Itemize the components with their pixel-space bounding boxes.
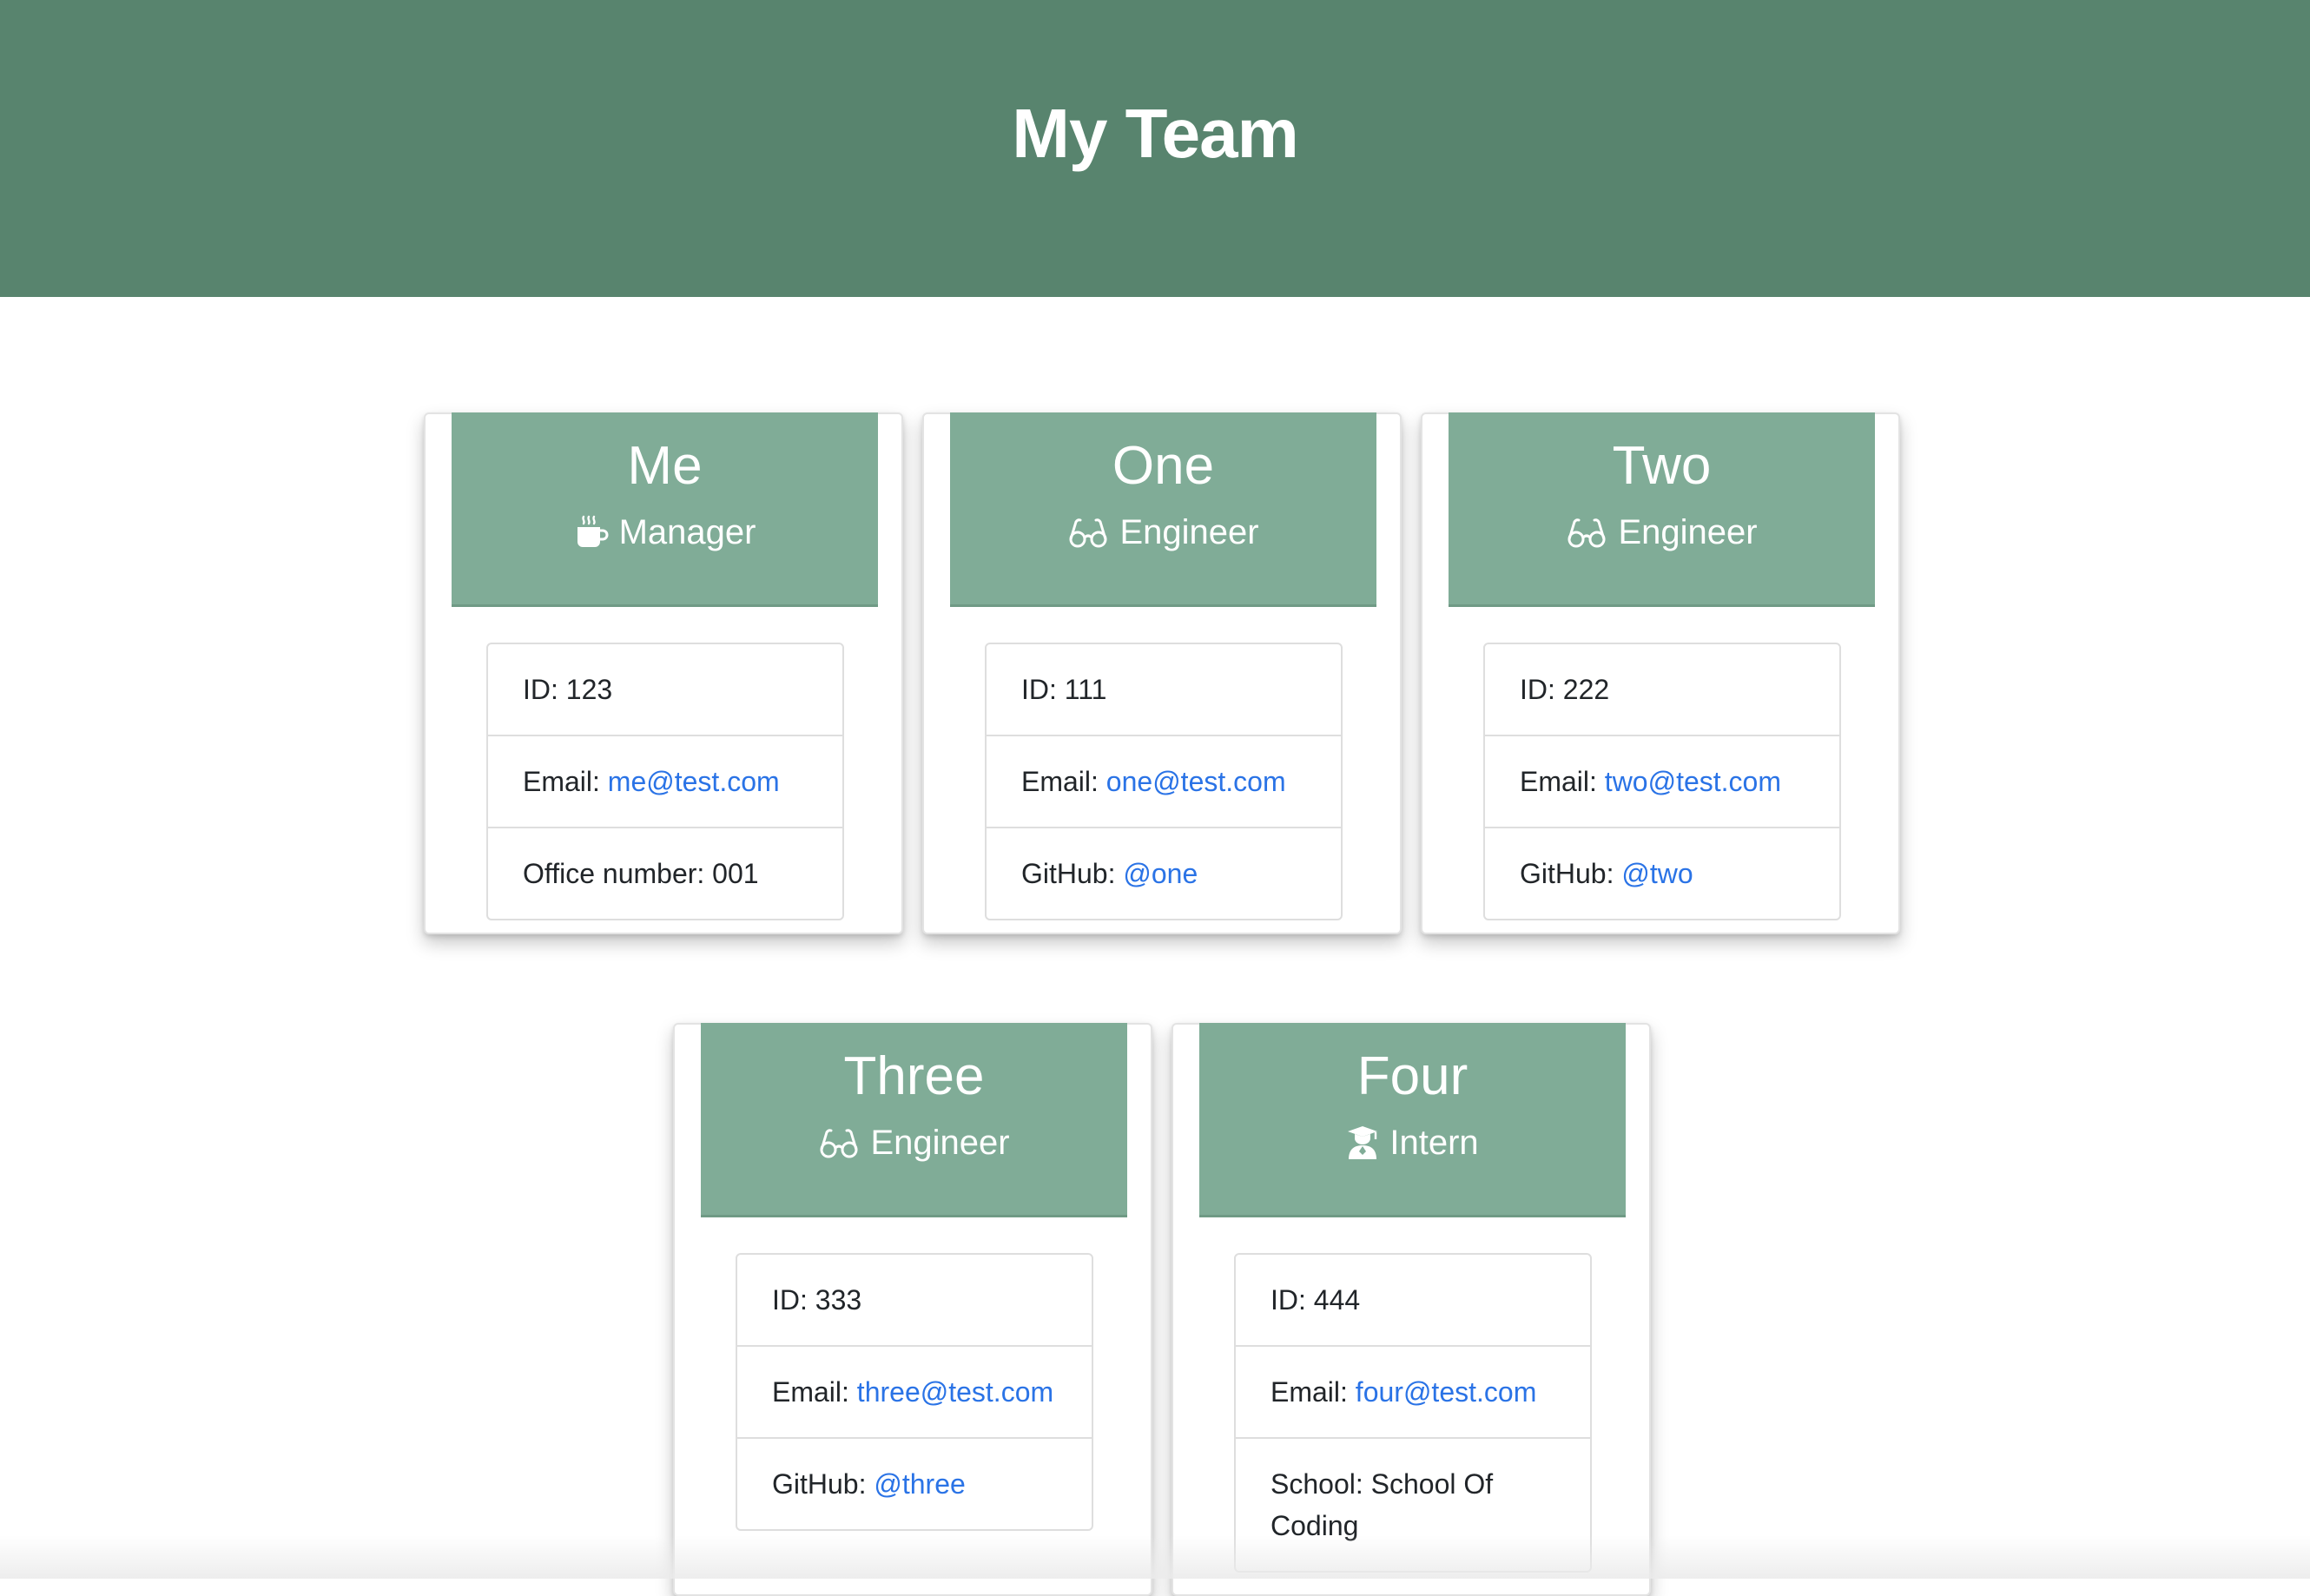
office-number: Office number: 001 xyxy=(488,827,842,919)
employee-email-row: Email: me@test.com xyxy=(488,735,842,827)
employee-id: ID: 123 xyxy=(523,674,613,705)
github-link[interactable]: @two xyxy=(1621,858,1693,889)
email-label: Email: xyxy=(772,1376,857,1408)
team-row: Me Manager ID: 123 Email: me@test.com Of… xyxy=(424,412,1900,934)
email-link[interactable]: one@test.com xyxy=(1106,766,1286,797)
email-label: Email: xyxy=(1520,766,1605,797)
email-link[interactable]: three@test.com xyxy=(857,1376,1053,1408)
glasses-icon xyxy=(1566,517,1607,548)
role-label: Intern xyxy=(1389,1124,1479,1162)
employee-email-row: Email: three@test.com xyxy=(737,1345,1092,1437)
graduate-icon xyxy=(1346,1125,1379,1160)
employee-card-engineer: Two Engineer ID: 222 Email: two@test.com… xyxy=(1421,412,1900,934)
card-header: Three Engineer xyxy=(701,1023,1127,1217)
github-row: GitHub: @three xyxy=(737,1437,1092,1529)
employee-card-engineer: Three Engineer ID: 333 Email: three@test… xyxy=(673,1023,1152,1596)
school-info: School: School Of Coding xyxy=(1236,1437,1590,1571)
glasses-icon xyxy=(1067,517,1109,548)
page-title: My Team xyxy=(1012,95,1298,172)
employee-card-intern: Four Intern ID: 444 Email: four@test.com… xyxy=(1172,1023,1651,1596)
employee-id: ID: 222 xyxy=(1520,674,1610,705)
employee-name: One xyxy=(1112,436,1215,496)
email-label: Email: xyxy=(1021,766,1106,797)
email-link[interactable]: four@test.com xyxy=(1356,1376,1537,1408)
card-header: One Engineer xyxy=(950,412,1376,607)
employee-email-row: Email: one@test.com xyxy=(987,735,1341,827)
employee-name: Three xyxy=(843,1046,985,1106)
employee-id: ID: 333 xyxy=(772,1284,862,1316)
employee-card-engineer: One Engineer ID: 111 Email: one@test.com… xyxy=(922,412,1402,934)
github-link[interactable]: @one xyxy=(1123,858,1198,889)
employee-role: Engineer xyxy=(701,1122,1127,1164)
card-header: Me Manager xyxy=(452,412,878,607)
coffee-mug-icon xyxy=(574,515,609,550)
info-list: ID: 123 Email: me@test.com Office number… xyxy=(486,643,844,920)
email-link[interactable]: me@test.com xyxy=(608,766,780,797)
employee-card-manager: Me Manager ID: 123 Email: me@test.com Of… xyxy=(424,412,903,934)
employee-role: Engineer xyxy=(1449,511,1875,553)
employee-role: Intern xyxy=(1199,1122,1626,1164)
employee-name: Me xyxy=(627,436,703,496)
info-list: ID: 111 Email: one@test.com GitHub: @one xyxy=(985,643,1343,920)
employee-email-row: Email: four@test.com xyxy=(1236,1345,1590,1437)
team-row: Three Engineer ID: 333 Email: three@test… xyxy=(673,1023,1651,1596)
page-header: My Team xyxy=(0,0,2310,297)
email-link[interactable]: two@test.com xyxy=(1605,766,1781,797)
card-header: Two Engineer xyxy=(1449,412,1875,607)
role-label: Engineer xyxy=(870,1124,1010,1162)
github-link[interactable]: @three xyxy=(874,1468,965,1500)
info-list: ID: 333 Email: three@test.com GitHub: @t… xyxy=(736,1253,1093,1531)
role-label: Engineer xyxy=(1618,513,1758,551)
github-label: GitHub: xyxy=(772,1468,874,1500)
employee-role: Manager xyxy=(452,511,878,553)
github-label: GitHub: xyxy=(1021,858,1124,889)
github-row: GitHub: @two xyxy=(1485,827,1839,919)
info-list: ID: 222 Email: two@test.com GitHub: @two xyxy=(1483,643,1841,920)
role-label: Engineer xyxy=(1119,513,1259,551)
email-label: Email: xyxy=(1270,1376,1356,1408)
info-list: ID: 444 Email: four@test.com School: Sch… xyxy=(1234,1253,1592,1573)
glasses-icon xyxy=(818,1127,860,1158)
employee-id: ID: 111 xyxy=(1021,674,1107,705)
email-label: Email: xyxy=(523,766,608,797)
employee-name: Four xyxy=(1356,1046,1468,1106)
employee-name: Two xyxy=(1612,436,1712,496)
github-row: GitHub: @one xyxy=(987,827,1341,919)
github-label: GitHub: xyxy=(1520,858,1622,889)
role-label: Manager xyxy=(618,513,756,551)
employee-email-row: Email: two@test.com xyxy=(1485,735,1839,827)
employee-role: Engineer xyxy=(950,511,1376,553)
employee-id: ID: 444 xyxy=(1270,1284,1361,1316)
card-header: Four Intern xyxy=(1199,1023,1626,1217)
